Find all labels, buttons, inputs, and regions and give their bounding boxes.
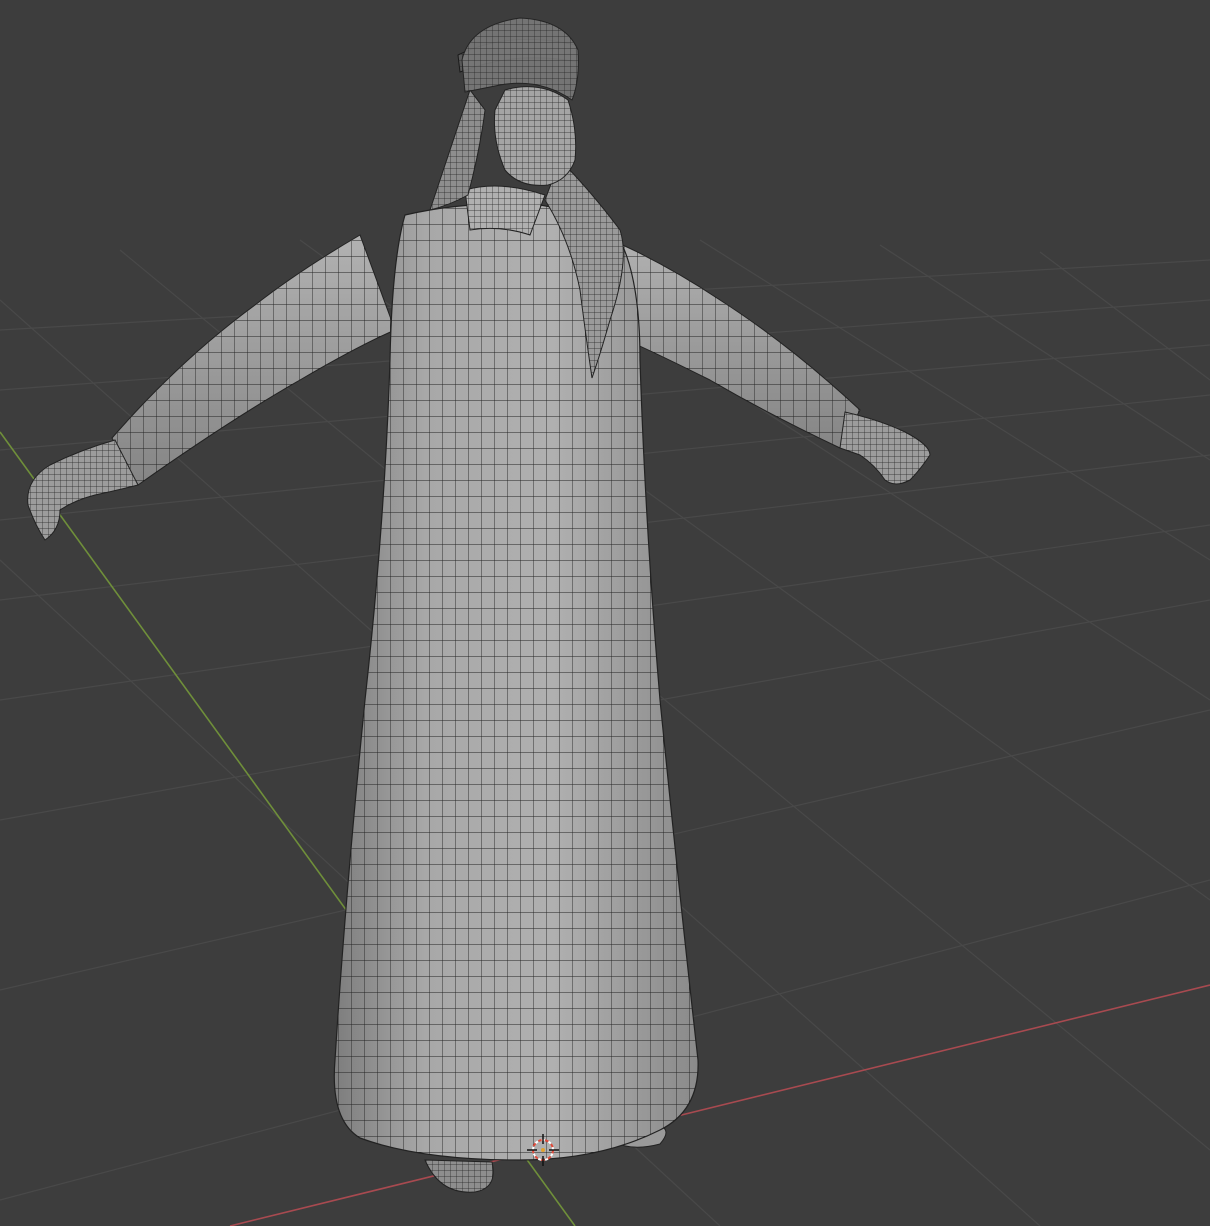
3d-viewport[interactable] (0, 0, 1210, 1226)
viewport-canvas[interactable] (0, 0, 1210, 1226)
character-mesh[interactable] (27, 17, 931, 1193)
